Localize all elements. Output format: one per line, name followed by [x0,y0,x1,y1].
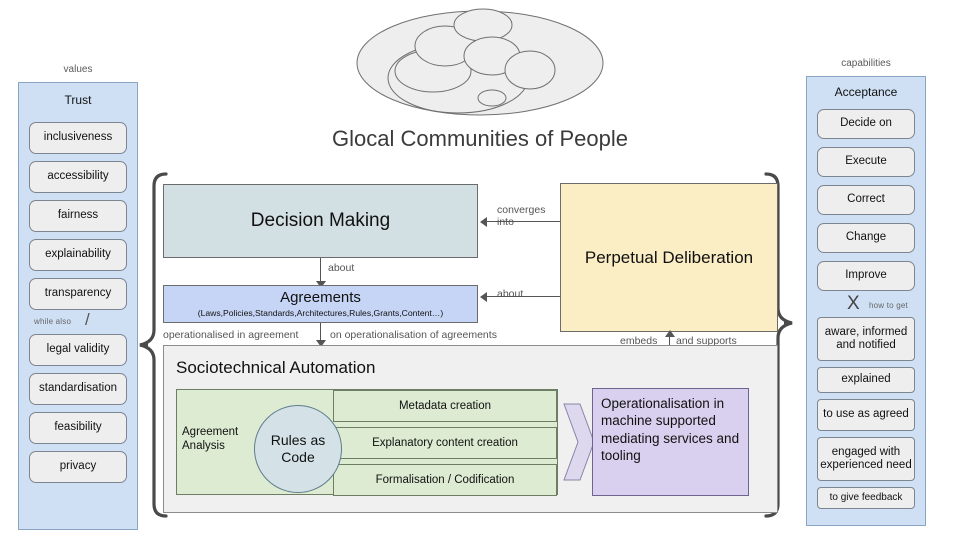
capability-chip-engaged-experienced-need[interactable]: engaged with experienced need [817,437,915,481]
perpetual-deliberation-box[interactable]: Perpetual Deliberation [560,183,778,332]
value-chip-legal-validity[interactable]: legal validity [29,334,127,366]
capabilities-panel: Acceptance Decide on Execute Correct Cha… [806,76,926,526]
agreements-box[interactable]: Agreements (Laws,Policies,Standards,Arch… [163,285,478,323]
about-right-label: about [497,288,524,300]
chevron-arrow-icon [562,388,596,496]
x-icon: X [847,293,860,314]
glocal-communities-graphic [355,8,605,118]
value-chip-standardisation[interactable]: standardisation [29,373,127,405]
capability-chip-explained[interactable]: explained [817,367,915,393]
green-row-explanatory-content-creation-label: Explanatory content creation [372,437,518,449]
capability-chip-correct[interactable]: Correct [817,185,915,215]
capability-chip-to-use-as-agreed[interactable]: to use as agreed [817,399,915,431]
arrow-embeds-head [665,330,675,337]
converges-into-label: converges into [497,204,553,228]
glocal-title: Glocal Communities of People [332,126,628,151]
operationalisation-box[interactable]: Operationalisation in machine supported … [592,388,749,496]
how-to-get-label: how to get [869,301,908,310]
values-panel: Trust inclusiveness accessibility fairne… [18,82,138,530]
operationalised-in-agreement-label: operationalised in agreement [163,329,299,341]
sociotechnical-automation-title: Sociotechnical Automation [176,358,376,377]
values-panel-title: Trust [64,93,92,107]
green-row-metadata-creation-label: Metadata creation [398,400,492,412]
capability-chip-to-give-feedback[interactable]: to give feedback [817,487,915,509]
decision-making-box[interactable]: Decision Making [163,184,478,258]
communities-ellipses-svg [356,8,604,116]
arrow-about-right-head [480,292,487,302]
on-operationalisation-of-agreements-label: on operationalisation of agreements [330,329,497,341]
value-chip-privacy[interactable]: privacy [29,451,127,483]
while-also-label: while also [34,317,72,326]
green-row-formalisation-codification-label: Formalisation / Codification [375,474,515,486]
value-chip-feasibility[interactable]: feasibility [29,412,127,444]
right-panel-caption: capabilities [841,58,891,69]
capability-chip-decide-on[interactable]: Decide on [817,109,915,139]
agreement-analysis-label: Agreement Analysis [182,426,239,453]
rules-as-code-label: Rules as Code [270,431,326,466]
arrow-converges-head [480,217,487,227]
capability-chip-aware-informed-notified[interactable]: aware, informed and notified [817,317,915,361]
capability-chip-change[interactable]: Change [817,223,915,253]
chevron-arrow-svg [563,403,595,481]
rules-as-code-circle[interactable]: Rules as Code [254,405,342,493]
capability-chip-execute[interactable]: Execute [817,147,915,177]
value-chip-inclusiveness[interactable]: inclusiveness [29,122,127,154]
converges-into-text: converges into [497,204,546,229]
capabilities-panel-title: Acceptance [834,85,898,99]
value-chip-explainability[interactable]: explainability [29,239,127,271]
agreements-subtitle: (Laws,Policies,Standards,Architectures,R… [197,308,444,319]
value-chip-accessibility[interactable]: accessibility [29,161,127,193]
value-chip-fairness[interactable]: fairness [29,200,127,232]
left-panel-caption: values [63,64,93,75]
agreements-title: Agreements [280,288,361,306]
slash-icon: / [85,310,90,329]
about-down-label: about [328,262,355,274]
capability-chip-improve[interactable]: Improve [817,261,915,291]
value-chip-transparency[interactable]: transparency [29,278,127,310]
